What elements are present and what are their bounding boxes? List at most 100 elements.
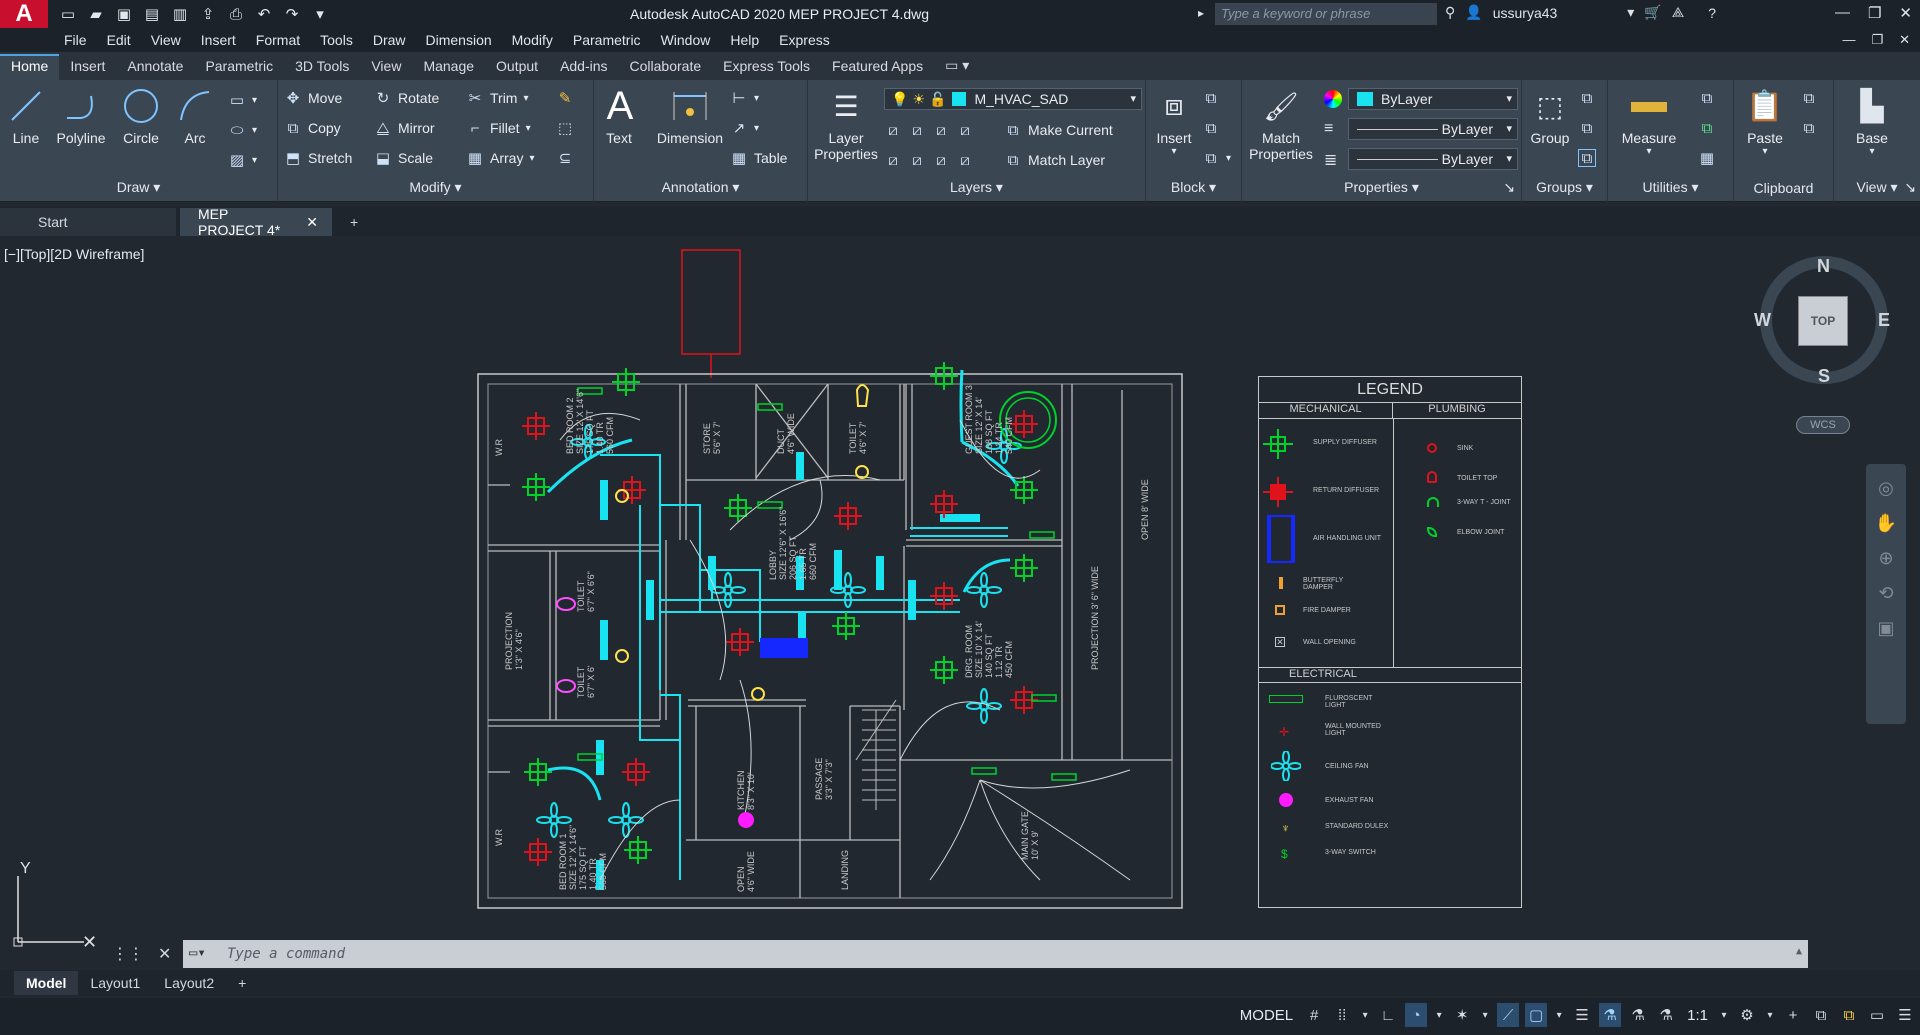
menu-modify[interactable]: Modify	[512, 32, 553, 48]
group-select-button[interactable]: ⧉	[1578, 146, 1596, 170]
export-icon[interactable]: ⇪	[198, 5, 218, 23]
binoculars-icon[interactable]: ⚲	[1445, 4, 1455, 21]
array-button[interactable]: ▦ Array ▾	[466, 146, 535, 170]
tab-layout2[interactable]: Layout2	[152, 971, 226, 995]
erase-button[interactable]: ✎	[556, 86, 574, 110]
move-button[interactable]: ✥ Move	[284, 86, 343, 110]
tab-annotate[interactable]: Annotate	[116, 54, 194, 80]
save-as-icon[interactable]: ▤	[142, 5, 162, 23]
tab-add-ins[interactable]: Add-ins	[549, 54, 618, 80]
doc-close-icon[interactable]: ✕	[1899, 32, 1910, 48]
menu-dimension[interactable]: Dimension	[426, 32, 492, 48]
quick-select-button[interactable]: ⧉	[1698, 86, 1716, 110]
menu-window[interactable]: Window	[661, 32, 711, 48]
orbit-icon[interactable]: ⟲	[1878, 583, 1893, 604]
tab-express-tools[interactable]: Express Tools	[712, 54, 821, 80]
panel-view-title[interactable]: View ▾ ↘	[1834, 179, 1920, 196]
explode-button[interactable]: ⬚	[556, 116, 574, 140]
autodesk-connect-icon[interactable]: ⟁	[1672, 4, 1685, 21]
polyline-button[interactable]: Polyline	[52, 86, 110, 146]
search-expand-icon[interactable]: ▸	[1198, 6, 1204, 20]
scale-dropdown-icon[interactable]: ▾	[1718, 1003, 1730, 1027]
copy-button[interactable]: ⧉ Copy	[284, 116, 341, 140]
menu-tools[interactable]: Tools	[320, 32, 353, 48]
menu-view[interactable]: View	[151, 32, 181, 48]
command-grip-icon[interactable]: ⋮⋮	[112, 944, 144, 964]
doc-restore-icon[interactable]: ❐	[1871, 32, 1883, 48]
tab-model[interactable]: Model	[14, 971, 79, 995]
tab-featured-apps[interactable]: Featured Apps	[821, 54, 934, 80]
showmotion-icon[interactable]: ▣	[1877, 618, 1894, 639]
viewcube-top-face[interactable]: TOP	[1798, 296, 1848, 346]
object-snap-icon[interactable]: ▢	[1525, 1003, 1548, 1027]
tab-layout1[interactable]: Layout1	[78, 971, 152, 995]
customize-status-icon[interactable]: ☰	[1894, 1003, 1916, 1027]
menu-edit[interactable]: Edit	[107, 32, 131, 48]
workspace-dropdown-icon[interactable]: ▾	[1764, 1003, 1776, 1027]
layer-dropdown[interactable]: 💡 ☀ 🔓 M_HVAC_SAD ▾	[884, 88, 1142, 110]
create-block-button[interactable]: ⧉	[1202, 86, 1220, 110]
rectangle-button[interactable]: ▭ ▾	[228, 88, 257, 112]
clean-screen-icon[interactable]: ▭	[1866, 1003, 1888, 1027]
menu-draw[interactable]: Draw	[373, 32, 406, 48]
tab-start[interactable]: Start	[0, 208, 176, 236]
arc-button[interactable]: Arc	[172, 86, 218, 146]
tab-insert[interactable]: Insert	[59, 54, 116, 80]
panel-annotation-title[interactable]: Annotation ▾	[594, 179, 807, 196]
drawing-viewport[interactable]: [−][Top][2D Wireframe] BED ROOM 2SIZE 12…	[0, 240, 1910, 952]
cart-icon[interactable]: 🛒	[1644, 4, 1661, 21]
panel-block-title[interactable]: Block ▾	[1146, 179, 1241, 196]
plot-icon[interactable]: ⎙	[226, 5, 246, 23]
rotate-button[interactable]: ↻ Rotate	[374, 86, 440, 110]
annotation-scale-value[interactable]: 1:1	[1683, 1007, 1712, 1024]
plus-icon[interactable]: +	[1782, 1003, 1804, 1027]
color-dropdown[interactable]: ByLayer ▾	[1348, 88, 1518, 110]
tab-mep-project[interactable]: MEP PROJECT 4* ✕	[180, 206, 332, 238]
panel-modify-title[interactable]: Modify ▾	[278, 179, 593, 196]
iso-dropdown-icon[interactable]: ▾	[1479, 1003, 1491, 1027]
viewcube-east[interactable]: E	[1878, 310, 1890, 331]
menu-parametric[interactable]: Parametric	[573, 32, 641, 48]
command-close-icon[interactable]: ✕	[158, 944, 171, 964]
menu-help[interactable]: Help	[730, 32, 759, 48]
command-input[interactable]: ▭▾ Type a command ▲	[183, 940, 1808, 968]
tab-parametric[interactable]: Parametric	[194, 54, 284, 80]
copy-clip-button[interactable]: ⧉	[1800, 86, 1818, 110]
zoom-extents-icon[interactable]: ⊕	[1878, 548, 1893, 569]
model-space-toggle[interactable]: MODEL	[1236, 1007, 1297, 1024]
calculator-button[interactable]: ▦	[1698, 146, 1716, 170]
base-view-button[interactable]: ▙ Base ▾	[1846, 86, 1898, 158]
snap-icon[interactable]: ⁞⁞	[1331, 1003, 1353, 1027]
autocad-logo-icon[interactable]: A	[0, 0, 48, 28]
close-icon[interactable]: ✕	[1899, 4, 1912, 22]
circle-button[interactable]: Circle	[116, 86, 166, 146]
tab-view[interactable]: View	[360, 54, 412, 80]
edit-attribute-button[interactable]: ⧉ ▾	[1202, 146, 1231, 170]
table-button[interactable]: ▦ Table	[730, 146, 788, 170]
trim-button[interactable]: ✂ Trim ▾	[466, 86, 529, 110]
wcs-menu[interactable]: WCS	[1796, 416, 1850, 434]
panel-properties-title[interactable]: Properties ▾ ↘	[1242, 179, 1521, 196]
tab-collaborate[interactable]: Collaborate	[619, 54, 713, 80]
pan-icon[interactable]: ✋	[1875, 513, 1897, 534]
viewcube-south[interactable]: S	[1818, 366, 1830, 387]
insert-block-button[interactable]: ⧈ Insert ▾	[1150, 86, 1198, 157]
undo-icon[interactable]: ↶	[254, 5, 274, 23]
add-layout-button[interactable]: +	[226, 971, 258, 995]
panel-layers-title[interactable]: Layers ▾	[808, 179, 1145, 196]
layer-properties-button[interactable]: ☰ Layer Properties	[812, 86, 880, 163]
edit-block-button[interactable]: ⧉	[1202, 116, 1220, 140]
ortho-icon[interactable]: ∟	[1377, 1003, 1399, 1027]
ribbon-toggle-icon[interactable]: ▭ ▾	[934, 54, 980, 80]
tab-home[interactable]: Home	[0, 54, 60, 80]
mirror-button[interactable]: ⧋ Mirror	[374, 116, 434, 140]
annotation-visibility-icon[interactable]: ⚗	[1599, 1003, 1622, 1027]
hatch-button[interactable]: ▨ ▾	[228, 148, 257, 172]
tab-output[interactable]: Output	[485, 54, 549, 80]
tab-close-icon[interactable]: ✕	[306, 214, 318, 231]
offset-button[interactable]: ⊆	[556, 146, 574, 170]
linetype-dropdown[interactable]: ByLayer ▾	[1348, 148, 1518, 170]
object-snap-tracking-icon[interactable]: ⟋	[1497, 1003, 1520, 1027]
make-current-button[interactable]: ⧉ Make Current	[1004, 118, 1113, 142]
osnap-dropdown-icon[interactable]: ▾	[1553, 1003, 1565, 1027]
